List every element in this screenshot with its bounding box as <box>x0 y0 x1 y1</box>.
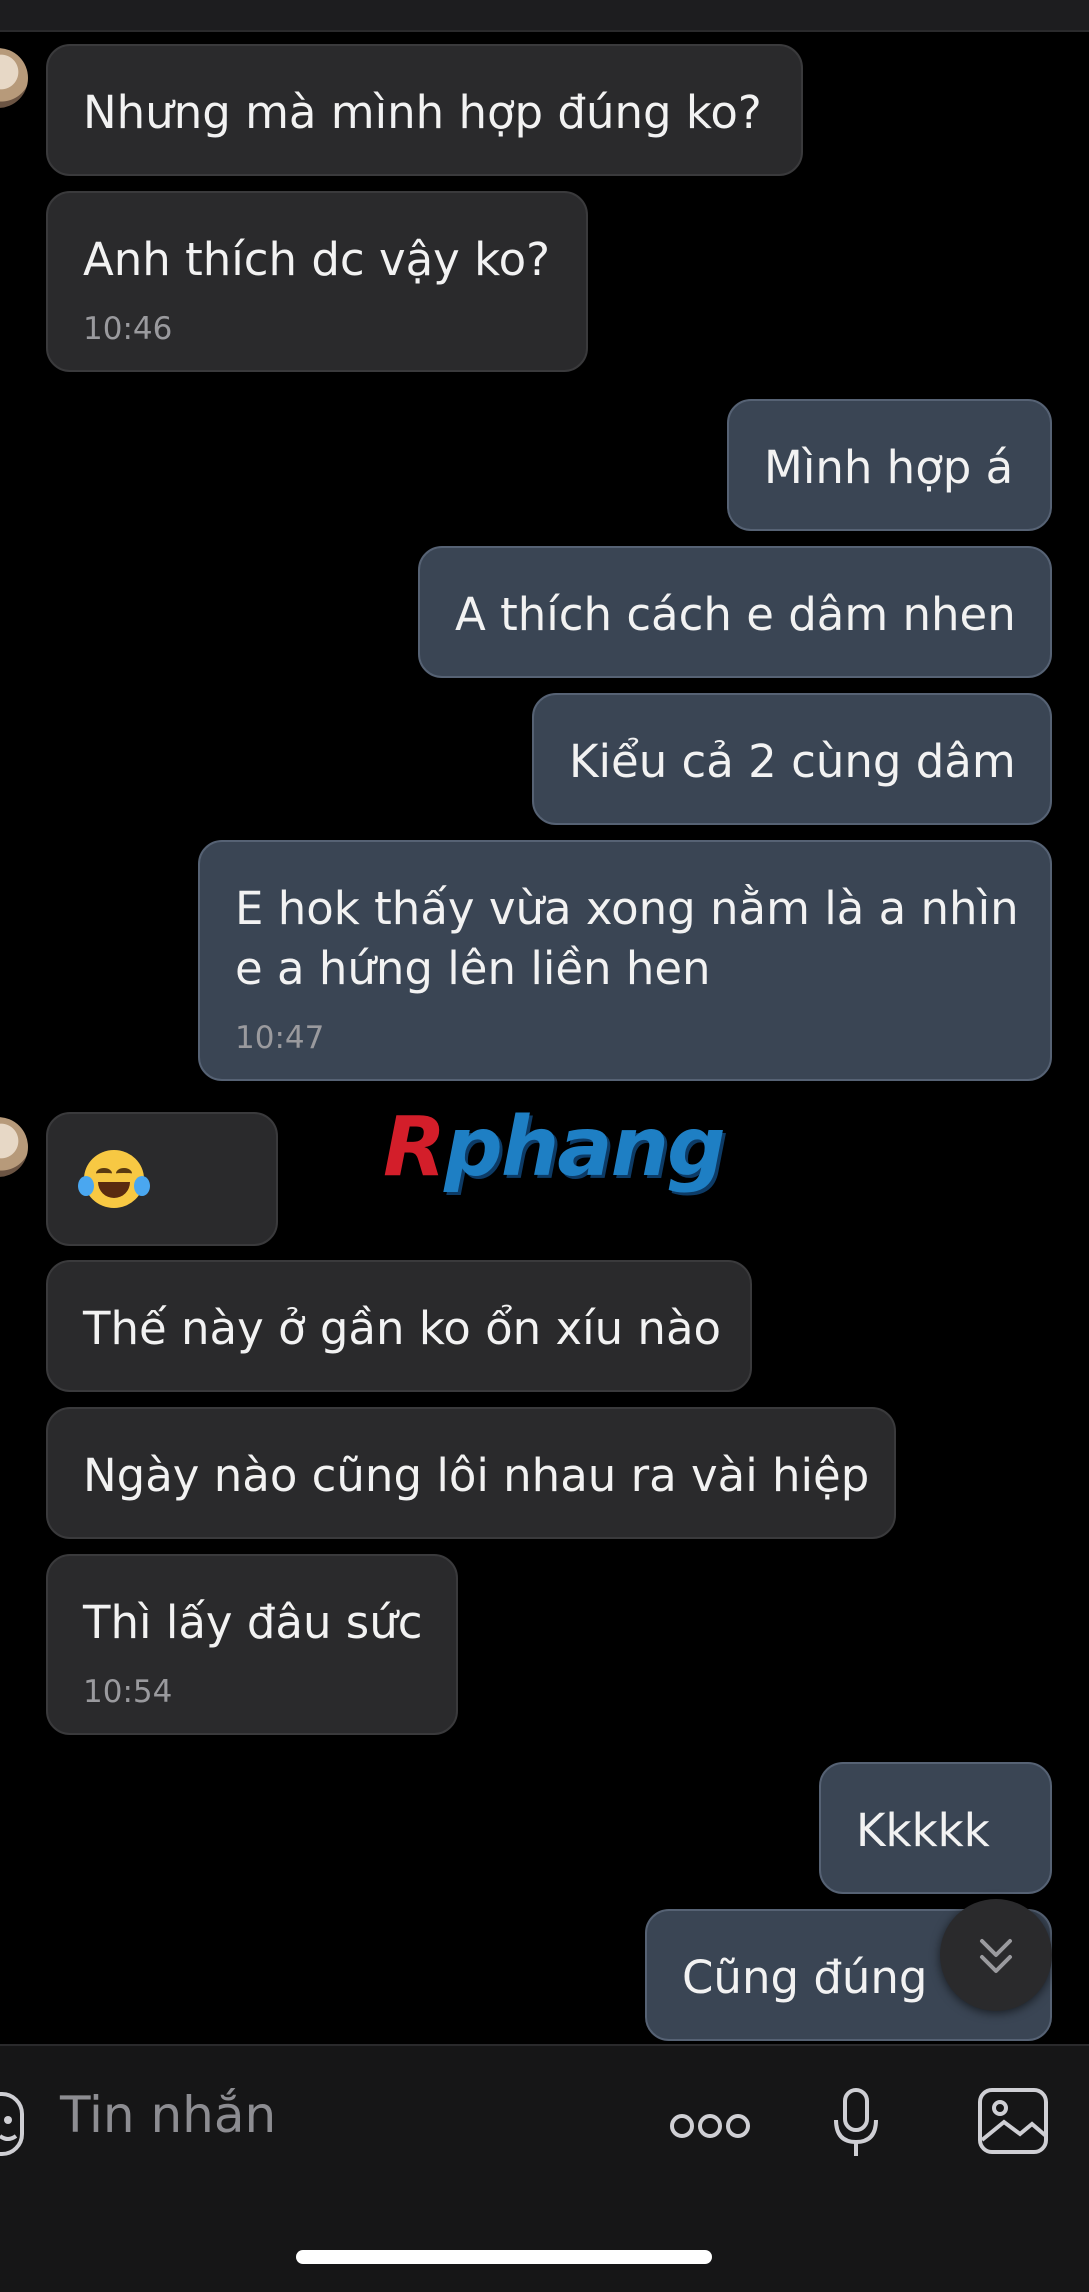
watermark-logo: Rphang <box>383 1100 726 1195</box>
message-bubble-incoming[interactable]: Anh thích dc vậy ko? 10:46 <box>46 191 588 372</box>
message-text: Kiểu cả 2 cùng dâm <box>569 735 1016 788</box>
face-with-tears-of-joy-icon <box>78 1150 150 1208</box>
message-time: 10:54 <box>83 1674 173 1710</box>
message-bubble-incoming[interactable]: Nhưng mà mình hợp đúng ko? <box>46 44 803 176</box>
contact-avatar[interactable] <box>0 1117 28 1177</box>
message-text: Ngày nào cũng lôi nhau ra vài hiệp <box>83 1449 870 1502</box>
chevrons-down-icon <box>980 1939 1012 1973</box>
message-bubble-outgoing[interactable]: Mình hợp á <box>727 399 1052 531</box>
message-time: 10:46 <box>83 311 173 347</box>
message-bubble-incoming[interactable]: Thế này ở gần ko ổn xíu nào <box>46 1260 752 1392</box>
message-text: Cũng đúng <box>682 1951 928 2004</box>
watermark-letter: R <box>383 1100 446 1195</box>
message-text: A thích cách e dâm nhen <box>455 588 1016 641</box>
message-bubble-incoming[interactable] <box>46 1112 278 1246</box>
message-text-line: E hok thấy vừa xong nằm là a nhìn <box>235 882 1019 935</box>
more-icon[interactable] <box>668 2106 752 2146</box>
sticker-icon[interactable] <box>0 2084 30 2164</box>
message-bubble-outgoing[interactable]: A thích cách e dâm nhen <box>418 546 1052 678</box>
message-text: Mình hợp á <box>764 441 1014 494</box>
message-text: Anh thích dc vậy ko? <box>83 233 550 286</box>
message-bubble-incoming[interactable]: Ngày nào cũng lôi nhau ra vài hiệp <box>46 1407 896 1539</box>
home-indicator[interactable] <box>296 2250 712 2264</box>
message-time: 10:47 <box>235 1020 325 1056</box>
message-bubble-outgoing[interactable]: Kiểu cả 2 cùng dâm <box>532 693 1052 825</box>
message-text: Nhưng mà mình hợp đúng ko? <box>83 86 762 139</box>
top-bar <box>0 0 1089 32</box>
microphone-icon[interactable] <box>830 2086 882 2162</box>
message-text: Thì lấy đâu sức <box>83 1596 423 1649</box>
message-bubble-incoming[interactable]: Thì lấy đâu sức 10:54 <box>46 1554 458 1735</box>
message-bubble-outgoing[interactable]: E hok thấy vừa xong nằm là a nhìn e a hứ… <box>198 840 1052 1081</box>
contact-avatar[interactable] <box>0 48 28 108</box>
image-icon[interactable] <box>976 2086 1050 2156</box>
message-text-line: e a hứng lên liền hen <box>235 942 711 995</box>
scroll-to-bottom-button[interactable] <box>940 1899 1052 2011</box>
watermark-text: phang <box>444 1100 725 1195</box>
message-text: Kkkkk <box>856 1804 990 1857</box>
message-bubble-outgoing[interactable]: Kkkkk <box>819 1762 1052 1894</box>
message-text: Thế này ở gần ko ổn xíu nào <box>83 1302 722 1355</box>
message-input[interactable]: Tin nhắn <box>60 2086 276 2144</box>
